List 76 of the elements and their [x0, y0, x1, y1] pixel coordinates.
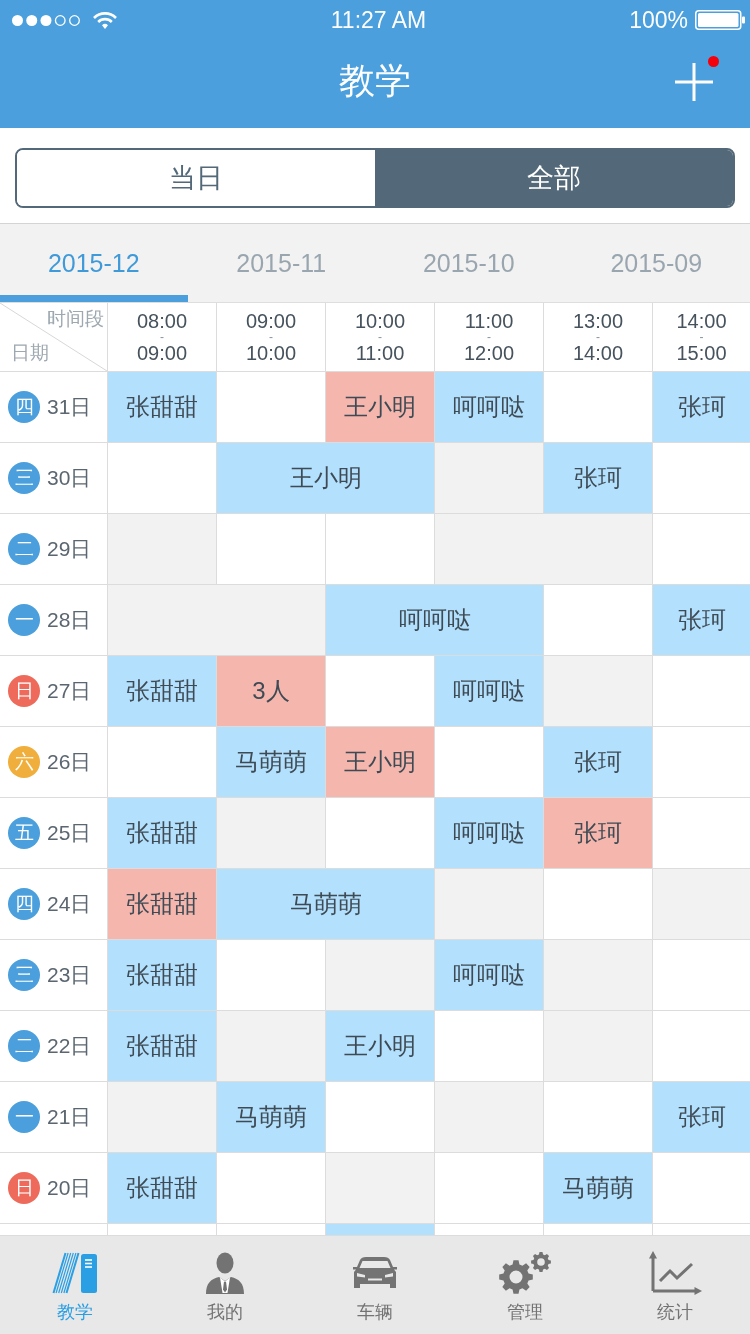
schedule-cell: 王小明	[326, 1011, 435, 1082]
schedule-cell: 王小明	[326, 372, 435, 443]
schedule-cell: 马萌萌	[217, 727, 326, 798]
schedule-cell: 张珂	[653, 585, 750, 656]
battery-icon	[695, 10, 745, 30]
schedule-cell: 张珂	[653, 372, 750, 443]
month-tab[interactable]: 2015-10	[375, 224, 563, 302]
month-tab[interactable]: 2015-12	[0, 224, 188, 302]
date-label: 20日	[47, 1175, 92, 1201]
date-label: 21日	[47, 1104, 92, 1130]
weekday-badge: 三	[8, 462, 40, 494]
schedule-cell: 张珂	[544, 798, 653, 869]
schedule-cell: 张甜甜	[108, 1011, 217, 1082]
date-label: 27日	[47, 678, 92, 704]
car-icon	[352, 1257, 398, 1289]
schedule-cell: 马萌萌	[217, 869, 435, 940]
date-label: 31日	[47, 394, 92, 420]
weekday-badge: 五	[8, 817, 40, 849]
schedule-cell: 呵呵哒	[435, 940, 544, 1011]
schedule-cell: 张甜甜	[108, 940, 217, 1011]
tab-bar-item[interactable]: 统计	[600, 1236, 750, 1334]
segment-tab[interactable]: 全部	[375, 150, 733, 206]
status-time: 11:27 AM	[330, 6, 427, 34]
weekday-badge: 四	[8, 391, 40, 423]
schedule-cell: 张甜甜	[108, 869, 217, 940]
month-tab[interactable]: 2015-09	[562, 224, 750, 302]
schedule-cell: 马萌萌	[544, 1153, 653, 1224]
weekday-badge: 一	[8, 604, 40, 636]
weekday-badge: 日	[8, 675, 40, 707]
row-axis-label: 日期	[11, 341, 49, 365]
plus-icon	[675, 63, 713, 101]
date-label: 22日	[47, 1033, 92, 1059]
weekday-badge: 一	[8, 1101, 40, 1133]
schedule-cell: 张甜甜	[108, 656, 217, 727]
wifi-icon	[92, 11, 118, 29]
weekday-badge: 六	[8, 746, 40, 778]
month-tab[interactable]: 2015-11	[187, 224, 375, 302]
signal-icon	[12, 14, 80, 26]
schedule-cell: 张甜甜	[108, 1153, 217, 1224]
tab-bar-item[interactable]: 管理	[450, 1236, 600, 1334]
books-icon	[52, 1252, 98, 1294]
schedule-cell: 张珂	[653, 1082, 750, 1153]
gears-icon	[499, 1252, 551, 1294]
date-label: 23日	[47, 962, 92, 988]
schedule-cell: 呵呵哒	[435, 372, 544, 443]
date-label: 28日	[47, 607, 92, 633]
weekday-badge: 三	[8, 959, 40, 991]
schedule-cell: 呵呵哒	[435, 656, 544, 727]
date-label: 26日	[47, 749, 92, 775]
schedule-cell: 马萌萌	[217, 1082, 326, 1153]
schedule-cell: 王小明	[326, 727, 435, 798]
page-title: 教学	[339, 58, 411, 103]
line-chart-icon	[648, 1251, 702, 1295]
date-label: 29日	[47, 536, 92, 562]
date-label: 24日	[47, 891, 92, 917]
weekday-badge: 日	[8, 1172, 40, 1204]
schedule-cell: 张珂	[544, 443, 653, 514]
weekday-badge: 四	[8, 888, 40, 920]
battery-percent: 100%	[629, 6, 688, 34]
tab-bar-item[interactable]: 教学	[0, 1236, 150, 1334]
schedule-cell: 张甜甜	[108, 372, 217, 443]
schedule-cell: 张甜甜	[108, 798, 217, 869]
tab-bar-item[interactable]: 我的	[150, 1236, 300, 1334]
add-button[interactable]	[675, 63, 713, 101]
weekday-badge: 二	[8, 533, 40, 565]
schedule-cell: 呵呵哒	[435, 798, 544, 869]
column-axis-label: 时间段	[47, 307, 104, 331]
date-label: 25日	[47, 820, 92, 846]
schedule-cell: 张珂	[544, 727, 653, 798]
tab-bar-item[interactable]: 车辆	[300, 1236, 450, 1334]
schedule-cell: 呵呵哒	[326, 585, 544, 656]
person-icon	[206, 1252, 244, 1294]
date-label: 30日	[47, 465, 92, 491]
schedule-cell: 王小明	[217, 443, 435, 514]
weekday-badge: 二	[8, 1030, 40, 1062]
schedule-cell: 3人	[217, 656, 326, 727]
